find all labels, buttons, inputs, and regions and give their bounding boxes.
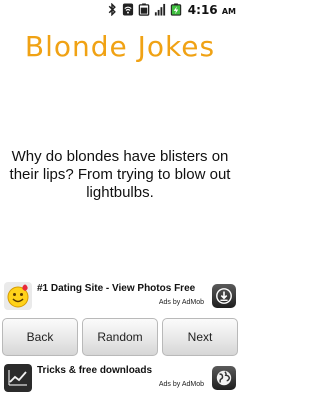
clock-ampm: AM [221, 6, 236, 16]
app-title: Blonde Jokes [24, 30, 216, 63]
smiley-icon [4, 282, 32, 310]
clock: 4:16 AM [188, 3, 236, 17]
globe-icon[interactable] [212, 366, 236, 390]
ad-attribution: Ads by AdMob [158, 381, 204, 388]
status-bar: 4:16 AM [0, 0, 240, 19]
chart-icon [4, 364, 32, 392]
ad-text[interactable]: Tricks & free downloads [37, 365, 152, 376]
battery-icon [138, 3, 150, 16]
charging-icon [170, 3, 181, 16]
clock-time: 4:16 [187, 2, 218, 17]
navigation-bar: Back Random Next [0, 318, 240, 358]
next-button[interactable]: Next [162, 318, 238, 356]
random-button[interactable]: Random [82, 318, 158, 356]
download-icon[interactable] [212, 284, 236, 308]
back-button[interactable]: Back [2, 318, 78, 356]
joke-text: Why do blondes have blisters on their li… [9, 148, 231, 201]
ad-attribution: Ads by AdMob [158, 299, 204, 306]
ad-banner-top[interactable]: #1 Dating Site - View Photos Free Ads by… [0, 280, 240, 312]
ad-banner-bottom[interactable]: Tricks & free downloads Ads by AdMob [0, 362, 240, 394]
bluetooth-icon [108, 3, 116, 16]
wifi-icon [122, 3, 133, 16]
ad-text[interactable]: #1 Dating Site - View Photos Free [37, 283, 195, 294]
signal-icon [154, 3, 165, 16]
